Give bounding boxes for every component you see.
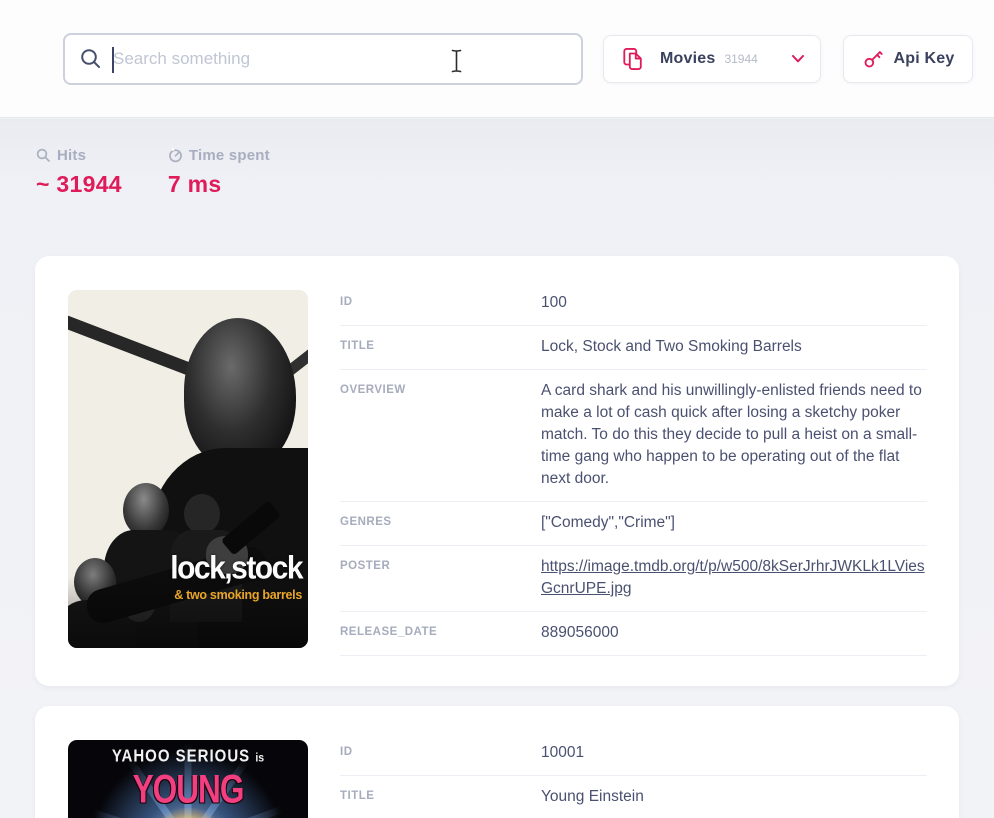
search-input[interactable] (113, 35, 581, 83)
field-row-title: TITLE Young Einstein (340, 776, 927, 818)
key-icon (862, 48, 884, 70)
index-selector-dropdown[interactable]: Movies 31944 (603, 35, 821, 83)
time-spent-value: 7 ms (168, 171, 270, 198)
document-fields: ID 10001 TITLE Young Einstein OVERVIEW A… (340, 740, 927, 818)
movie-poster-image: YAHOO SERIOUS is YOUNG EINSTEIN (68, 740, 308, 818)
result-card-young-einstein: YAHOO SERIOUS is YOUNG EINSTEIN ID 10001… (35, 706, 959, 818)
search-stats: Hits ~ 31944 Time spent 7 ms (36, 147, 316, 198)
field-label: OVERVIEW (340, 380, 541, 396)
field-label: GENRES (340, 512, 541, 528)
field-value: Lock, Stock and Two Smoking Barrels (541, 336, 927, 358)
field-value: A card shark and his unwillingly-enliste… (541, 380, 927, 490)
field-value: Young Einstein (541, 786, 927, 808)
field-value: ["Comedy","Crime"] (541, 512, 927, 534)
field-label: ID (340, 742, 541, 758)
index-doc-count: 31944 (724, 52, 792, 66)
field-row-poster: POSTER https://image.tmdb.org/t/p/w500/8… (340, 546, 927, 612)
api-key-label: Api Key (894, 50, 955, 68)
field-row-title: TITLE Lock, Stock and Two Smoking Barrel… (340, 326, 927, 370)
movie-poster-image: lock,stock & two smoking barrels (68, 290, 308, 648)
field-row-overview: OVERVIEW A card shark and his unwillingl… (340, 370, 927, 502)
document-fields: ID 100 TITLE Lock, Stock and Two Smoking… (340, 290, 927, 686)
documents-icon (622, 47, 644, 71)
field-label: TITLE (340, 786, 541, 802)
hits-value: ~ 31944 (36, 171, 122, 198)
poster-studio-text: YAHOO SERIOUS is (68, 747, 308, 767)
field-row-id: ID 100 (340, 290, 927, 326)
poster-title-text: YOUNG EINSTEIN (68, 766, 308, 818)
field-row-release-date: RELEASE_DATE 889056000 (340, 612, 927, 656)
field-value: 10001 (541, 742, 927, 764)
time-spent-label: Time spent (189, 147, 270, 164)
field-label: TITLE (340, 336, 541, 352)
poster-subtitle-text: & two smoking barrels (174, 588, 302, 602)
timer-icon (168, 148, 183, 163)
field-label: ID (340, 292, 541, 308)
chevron-down-icon (792, 55, 804, 63)
search-box[interactable] (63, 33, 583, 85)
field-label: POSTER (340, 556, 541, 572)
field-label: RELEASE_DATE (340, 622, 541, 638)
field-value: 889056000 (541, 622, 927, 644)
text-caret (112, 47, 114, 73)
top-header: Movies 31944 Api Key (0, 0, 994, 118)
search-icon (79, 47, 103, 71)
poster-url-link[interactable]: https://image.tmdb.org/t/p/w500/8kSerJrh… (541, 558, 925, 597)
api-key-button[interactable]: Api Key (843, 35, 973, 83)
time-spent-stat: Time spent 7 ms (168, 147, 270, 198)
result-card-lock-stock: lock,stock & two smoking barrels ID 100 … (35, 256, 959, 686)
results-list: lock,stock & two smoking barrels ID 100 … (0, 256, 994, 818)
field-value: 100 (541, 292, 927, 314)
field-row-genres: GENRES ["Comedy","Crime"] (340, 502, 927, 546)
index-name: Movies (660, 50, 715, 68)
hits-search-icon (36, 148, 51, 163)
poster-title-text: lock,stock (170, 551, 302, 588)
field-row-id: ID 10001 (340, 740, 927, 776)
hits-label: Hits (57, 147, 86, 164)
hits-stat: Hits ~ 31944 (36, 147, 122, 198)
